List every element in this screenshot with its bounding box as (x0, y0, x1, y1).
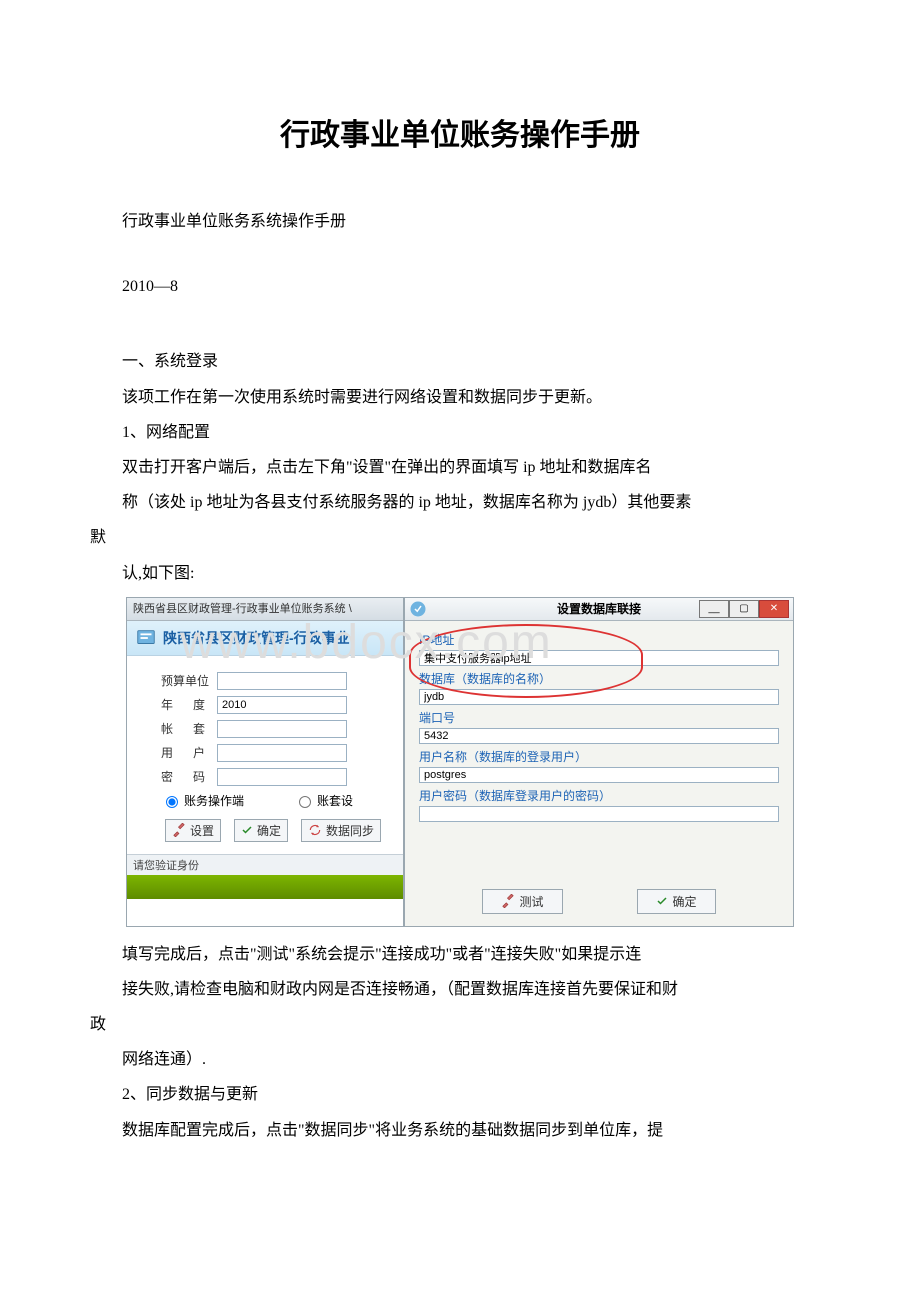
label-year: 年 度 (161, 696, 217, 713)
ip-label: IP地址 (419, 631, 779, 648)
maximize-button[interactable]: ▢ (729, 600, 759, 618)
label-unit: 预算单位 (161, 672, 217, 689)
db-ok-button-label: 确定 (672, 893, 696, 910)
settings-button[interactable]: 设置 (165, 819, 221, 842)
check-icon (241, 824, 253, 836)
label-pwd: 密 码 (161, 768, 217, 785)
p5: 填写完成后，点击"测试"系统会提示"连接成功"或者"连接失败"如果提示连 (90, 937, 830, 972)
radio-operation-label: 账务操作端 (184, 792, 244, 809)
login-titlebar: 陕西省县区财政管理-行政事业单位账务系统 \ (127, 598, 403, 621)
doc-date: 2010—8 (90, 269, 830, 304)
p8: 数据库配置完成后，点击"数据同步"将业务系统的基础数据同步到单位库，提 (90, 1113, 830, 1148)
sync-button-label: 数据同步 (326, 822, 374, 839)
app-icon (135, 627, 157, 649)
p6b: 政 (90, 1007, 830, 1042)
doc-subtitle: 行政事业单位账务系统操作手册 (90, 204, 830, 239)
dbuser-label: 用户名称（数据库的登录用户） (419, 748, 779, 765)
input-user[interactable] (217, 744, 347, 762)
login-footer-band (127, 875, 403, 899)
radio-setup[interactable]: 账套设 (294, 792, 353, 809)
login-window: 陕西省县区财政管理-行政事业单位账务系统 \ 陕西省县区财政管理-行政事业! 预… (126, 597, 404, 927)
login-status: 请您验证身份 (127, 854, 403, 875)
db-input[interactable] (419, 689, 779, 705)
check-icon (656, 895, 668, 907)
ok-button-label: 确定 (257, 822, 281, 839)
test-button[interactable]: 测试 (482, 889, 562, 914)
minimize-button[interactable]: __ (699, 600, 729, 618)
tools-icon (172, 823, 186, 837)
screenshot-composite: 陕西省县区财政管理-行政事业单位账务系统 \ 陕西省县区财政管理-行政事业! 预… (126, 597, 794, 927)
label-user: 用 户 (161, 744, 217, 761)
p2: 双击打开客户端后，点击左下角"设置"在弹出的界面填写 ip 地址和数据库名 (90, 450, 830, 485)
p1: 该项工作在第一次使用系统时需要进行网络设置和数据同步于更新。 (90, 380, 830, 415)
dbpwd-input[interactable] (419, 806, 779, 822)
close-button[interactable]: ✕ (759, 600, 789, 618)
p3b: 默 (90, 520, 830, 555)
p7: 网络连通）. (90, 1042, 830, 1077)
step2: 2、同步数据与更新 (90, 1077, 830, 1112)
radio-operation[interactable]: 账务操作端 (161, 792, 244, 809)
port-label: 端口号 (419, 709, 779, 726)
db-dialog: 设置数据库联接 __ ▢ ✕ IP地址 数据库（数据库的名称） 端口号 用户名称… (404, 597, 794, 927)
db-title: 设置数据库联接 (557, 600, 641, 617)
doc-title: 行政事业单位账务操作手册 (90, 110, 830, 154)
tools-icon (501, 894, 515, 908)
radio-setup-input[interactable] (299, 796, 311, 808)
db-ok-button[interactable]: 确定 (637, 889, 715, 914)
radio-operation-input[interactable] (166, 796, 178, 808)
db-label: 数据库（数据库的名称） (419, 670, 779, 687)
label-set: 帐 套 (161, 720, 217, 737)
test-button-label: 测试 (519, 893, 543, 910)
port-input[interactable] (419, 728, 779, 744)
sync-button[interactable]: 数据同步 (301, 819, 381, 842)
dialog-icon (409, 600, 427, 618)
section-heading: 一、系统登录 (90, 344, 830, 379)
dbuser-input[interactable] (419, 767, 779, 783)
input-set[interactable] (217, 720, 347, 738)
ip-input[interactable] (419, 650, 779, 666)
sync-icon (308, 823, 322, 837)
p4: 认,如下图: (90, 556, 830, 591)
settings-button-label: 设置 (190, 822, 214, 839)
p6a: 接失败,请检查电脑和财政内网是否连接畅通，（配置数据库连接首先要保证和财 (90, 972, 830, 1007)
db-titlebar: 设置数据库联接 __ ▢ ✕ (405, 598, 793, 621)
login-header: 陕西省县区财政管理-行政事业! (127, 621, 403, 656)
dbpwd-label: 用户密码（数据库登录用户的密码） (419, 787, 779, 804)
radio-setup-label: 账套设 (317, 792, 353, 809)
input-year[interactable] (217, 696, 347, 714)
ok-button[interactable]: 确定 (234, 819, 288, 842)
input-pwd[interactable] (217, 768, 347, 786)
login-header-text: 陕西省县区财政管理-行政事业! (163, 628, 354, 648)
input-unit[interactable] (217, 672, 347, 690)
p3a: 称（该处 ip 地址为各县支付系统服务器的 ip 地址，数据库名称为 jydb）… (90, 485, 830, 520)
step1: 1、网络配置 (90, 415, 830, 450)
